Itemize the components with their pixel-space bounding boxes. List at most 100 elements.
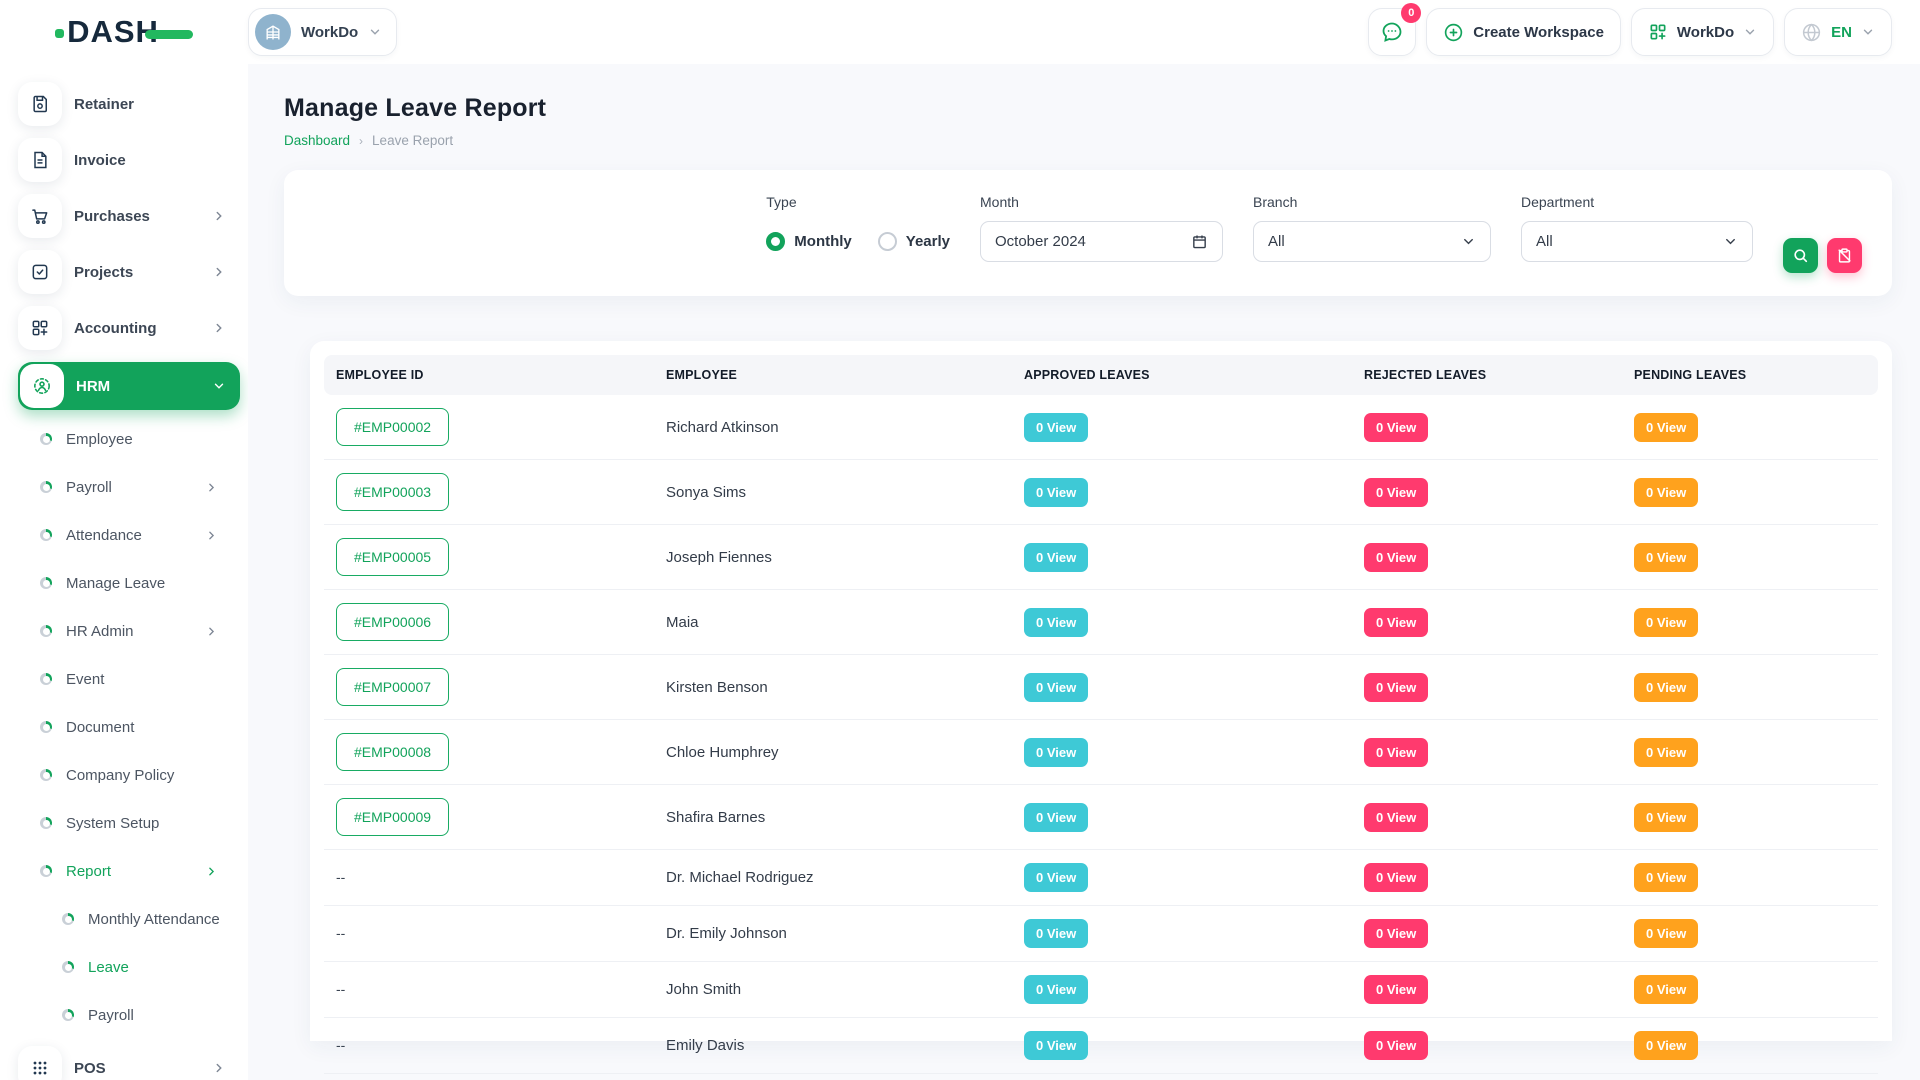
employee-id-button[interactable]: #EMP00008 bbox=[336, 733, 449, 771]
approved-view-badge[interactable]: 0 View bbox=[1024, 863, 1088, 892]
pending-view-badge[interactable]: 0 View bbox=[1634, 975, 1698, 1004]
breadcrumb-current: Leave Report bbox=[372, 133, 453, 148]
cart-icon bbox=[30, 206, 50, 226]
messages-button[interactable]: 0 bbox=[1368, 8, 1416, 56]
rejected-view-badge[interactable]: 0 View bbox=[1364, 478, 1428, 507]
pending-view-badge[interactable]: 0 View bbox=[1634, 608, 1698, 637]
workspace-menu-button[interactable]: WorkDo bbox=[1631, 8, 1774, 56]
sidebar-item-event[interactable]: Event bbox=[18, 662, 240, 696]
col-employee-id: EMPLOYEE ID bbox=[324, 368, 654, 382]
sidebar-item-hr-admin[interactable]: HR Admin bbox=[18, 614, 240, 648]
pending-view-badge[interactable]: 0 View bbox=[1634, 738, 1698, 767]
rejected-view-badge[interactable]: 0 View bbox=[1364, 863, 1428, 892]
chevron-down-icon bbox=[368, 25, 382, 39]
sidebar-item-report[interactable]: Report bbox=[18, 854, 240, 888]
sidebar-item-payroll[interactable]: Payroll bbox=[18, 470, 240, 504]
sidebar-item-purchases[interactable]: Purchases bbox=[18, 194, 240, 238]
approved-view-badge[interactable]: 0 View bbox=[1024, 1031, 1088, 1060]
employee-id-empty: -- bbox=[336, 981, 345, 997]
rejected-view-badge[interactable]: 0 View bbox=[1364, 919, 1428, 948]
employee-id-button[interactable]: #EMP00003 bbox=[336, 473, 449, 511]
chevron-down-icon bbox=[1743, 25, 1757, 39]
logo-dash-bar bbox=[145, 30, 193, 39]
rejected-view-badge[interactable]: 0 View bbox=[1364, 975, 1428, 1004]
table-row: -- Dr. Michael Rodriguez 0 View 0 View 0… bbox=[324, 850, 1878, 906]
chevron-right-icon bbox=[212, 1061, 226, 1075]
bullet-icon bbox=[62, 913, 74, 925]
sidebar-item-company-policy[interactable]: Company Policy bbox=[18, 758, 240, 792]
sidebar-item-document[interactable]: Document bbox=[18, 710, 240, 744]
sidebar-item-monthly-attendance[interactable]: Monthly Attendance bbox=[18, 902, 240, 936]
language-selector[interactable]: EN bbox=[1784, 8, 1892, 56]
pending-view-badge[interactable]: 0 View bbox=[1634, 543, 1698, 572]
rejected-view-badge[interactable]: 0 View bbox=[1364, 543, 1428, 572]
sidebar-item-hrm[interactable]: HRM bbox=[18, 362, 240, 410]
employee-id-button[interactable]: #EMP00006 bbox=[336, 603, 449, 641]
rejected-view-badge[interactable]: 0 View bbox=[1364, 608, 1428, 637]
employee-id-button[interactable]: #EMP00007 bbox=[336, 668, 449, 706]
sidebar-item-invoice[interactable]: Invoice bbox=[18, 138, 240, 182]
department-value: All bbox=[1536, 233, 1553, 250]
department-select[interactable]: All bbox=[1521, 221, 1753, 262]
approved-view-badge[interactable]: 0 View bbox=[1024, 975, 1088, 1004]
sidebar-item-employee[interactable]: Employee bbox=[18, 422, 240, 456]
chat-icon bbox=[1380, 20, 1404, 44]
bullet-icon bbox=[40, 481, 52, 493]
pending-view-badge[interactable]: 0 View bbox=[1634, 673, 1698, 702]
plus-circle-icon bbox=[1443, 22, 1464, 43]
rejected-view-badge[interactable]: 0 View bbox=[1364, 803, 1428, 832]
radio-yearly[interactable]: Yearly bbox=[878, 232, 950, 251]
table-row: -- James Brown 0 View 0 View 0 View bbox=[324, 1074, 1878, 1080]
radio-monthly[interactable]: Monthly bbox=[766, 232, 852, 251]
pending-view-badge[interactable]: 0 View bbox=[1634, 919, 1698, 948]
bullet-icon bbox=[40, 769, 52, 781]
branch-select[interactable]: All bbox=[1253, 221, 1491, 262]
pending-view-badge[interactable]: 0 View bbox=[1634, 803, 1698, 832]
approved-view-badge[interactable]: 0 View bbox=[1024, 803, 1088, 832]
branch-filter: Branch All bbox=[1253, 194, 1491, 262]
department-filter: Department All bbox=[1521, 194, 1753, 262]
pending-view-badge[interactable]: 0 View bbox=[1634, 1031, 1698, 1060]
employee-name: Sonya Sims bbox=[654, 471, 1012, 514]
approved-view-badge[interactable]: 0 View bbox=[1024, 543, 1088, 572]
sidebar-item-leave[interactable]: Leave bbox=[18, 950, 240, 984]
rejected-view-badge[interactable]: 0 View bbox=[1364, 673, 1428, 702]
bullet-icon bbox=[40, 721, 52, 733]
sidebar-item-projects[interactable]: Projects bbox=[18, 250, 240, 294]
approved-view-badge[interactable]: 0 View bbox=[1024, 673, 1088, 702]
pending-view-badge[interactable]: 0 View bbox=[1634, 863, 1698, 892]
reset-button[interactable] bbox=[1827, 238, 1862, 273]
rejected-view-badge[interactable]: 0 View bbox=[1364, 413, 1428, 442]
approved-view-badge[interactable]: 0 View bbox=[1024, 738, 1088, 767]
radio-dot-icon bbox=[878, 232, 897, 251]
rejected-view-badge[interactable]: 0 View bbox=[1364, 738, 1428, 767]
type-filter: Type Monthly Yearly bbox=[766, 194, 950, 261]
pending-view-badge[interactable]: 0 View bbox=[1634, 478, 1698, 507]
create-workspace-button[interactable]: Create Workspace bbox=[1426, 8, 1621, 56]
month-input[interactable]: October 2024 bbox=[980, 221, 1223, 262]
sidebar-item-accounting[interactable]: Accounting bbox=[18, 306, 240, 350]
rejected-view-badge[interactable]: 0 View bbox=[1364, 1031, 1428, 1060]
approved-view-badge[interactable]: 0 View bbox=[1024, 478, 1088, 507]
employee-name: Dr. Michael Rodriguez bbox=[654, 856, 1012, 899]
sidebar-item-retainer[interactable]: Retainer bbox=[18, 82, 240, 126]
table-row: #EMP00009 Shafira Barnes 0 View 0 View 0… bbox=[324, 785, 1878, 850]
sidebar-item-manage-leave[interactable]: Manage Leave bbox=[18, 566, 240, 600]
sidebar-item-report-payroll[interactable]: Payroll bbox=[18, 998, 240, 1032]
employee-id-button[interactable]: #EMP00005 bbox=[336, 538, 449, 576]
search-button[interactable] bbox=[1783, 238, 1818, 273]
grid-plus-icon bbox=[1648, 22, 1668, 42]
sidebar-item-system-setup[interactable]: System Setup bbox=[18, 806, 240, 840]
approved-view-badge[interactable]: 0 View bbox=[1024, 413, 1088, 442]
sidebar-item-attendance[interactable]: Attendance bbox=[18, 518, 240, 552]
chevron-right-icon bbox=[212, 209, 226, 223]
approved-view-badge[interactable]: 0 View bbox=[1024, 608, 1088, 637]
sidebar-item-pos[interactable]: POS bbox=[18, 1046, 240, 1080]
employee-id-button[interactable]: #EMP00002 bbox=[336, 408, 449, 446]
employee-id-button[interactable]: #EMP00009 bbox=[336, 798, 449, 836]
workspace-selector[interactable]: WorkDo bbox=[248, 8, 397, 56]
approved-view-badge[interactable]: 0 View bbox=[1024, 919, 1088, 948]
pending-view-badge[interactable]: 0 View bbox=[1634, 413, 1698, 442]
chevron-down-icon bbox=[1861, 25, 1875, 39]
breadcrumb-dashboard-link[interactable]: Dashboard bbox=[284, 133, 350, 148]
